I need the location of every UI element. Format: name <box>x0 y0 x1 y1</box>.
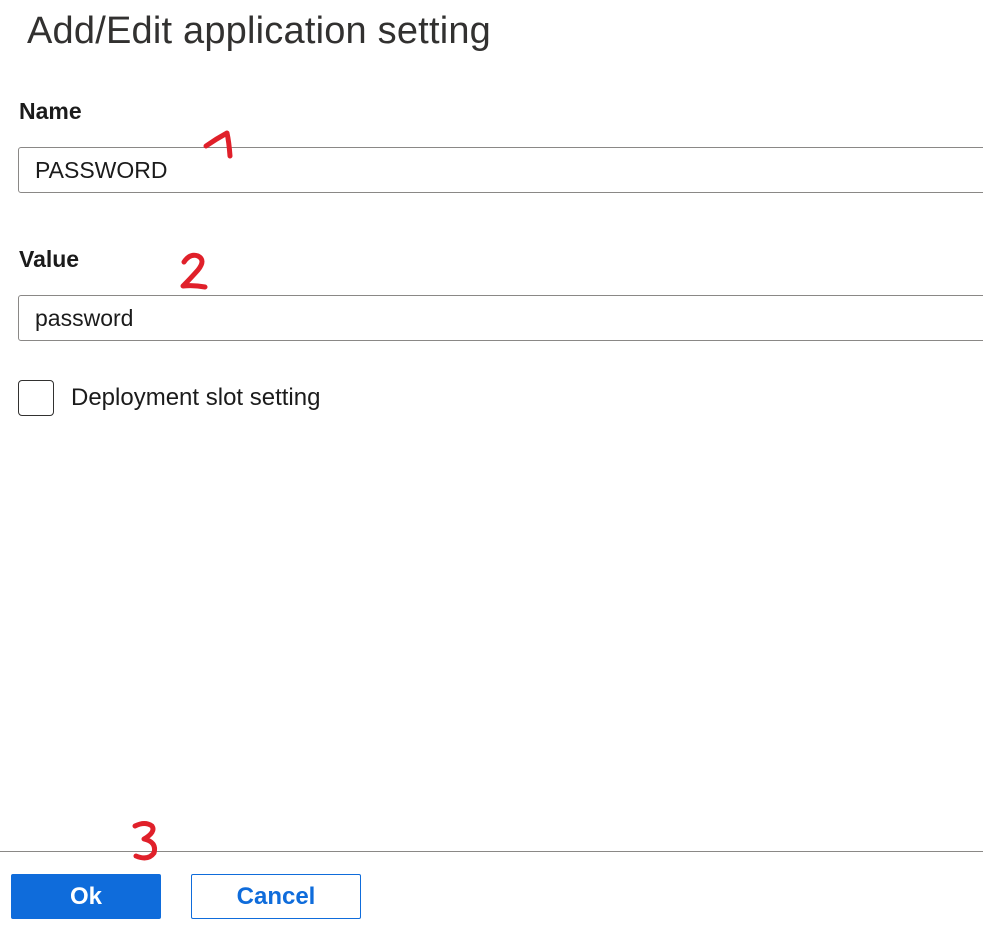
panel-title: Add/Edit application setting <box>27 10 492 52</box>
footer-divider <box>0 851 983 852</box>
deployment-slot-setting-checkbox[interactable]: Deployment slot setting <box>18 378 320 418</box>
value-input[interactable] <box>18 295 983 341</box>
value-label: Value <box>19 246 80 272</box>
annotation-stroke-2 <box>180 252 208 290</box>
name-input[interactable] <box>18 147 983 193</box>
ok-button[interactable]: Ok <box>11 874 161 919</box>
name-label: Name <box>19 98 82 124</box>
annotation-stroke-3 <box>132 821 157 861</box>
annotation-number-2 <box>180 252 208 290</box>
cancel-button[interactable]: Cancel <box>191 874 361 919</box>
deployment-slot-setting-label: Deployment slot setting <box>71 384 321 411</box>
annotation-number-3 <box>132 821 157 861</box>
checkbox-box[interactable] <box>18 380 54 416</box>
